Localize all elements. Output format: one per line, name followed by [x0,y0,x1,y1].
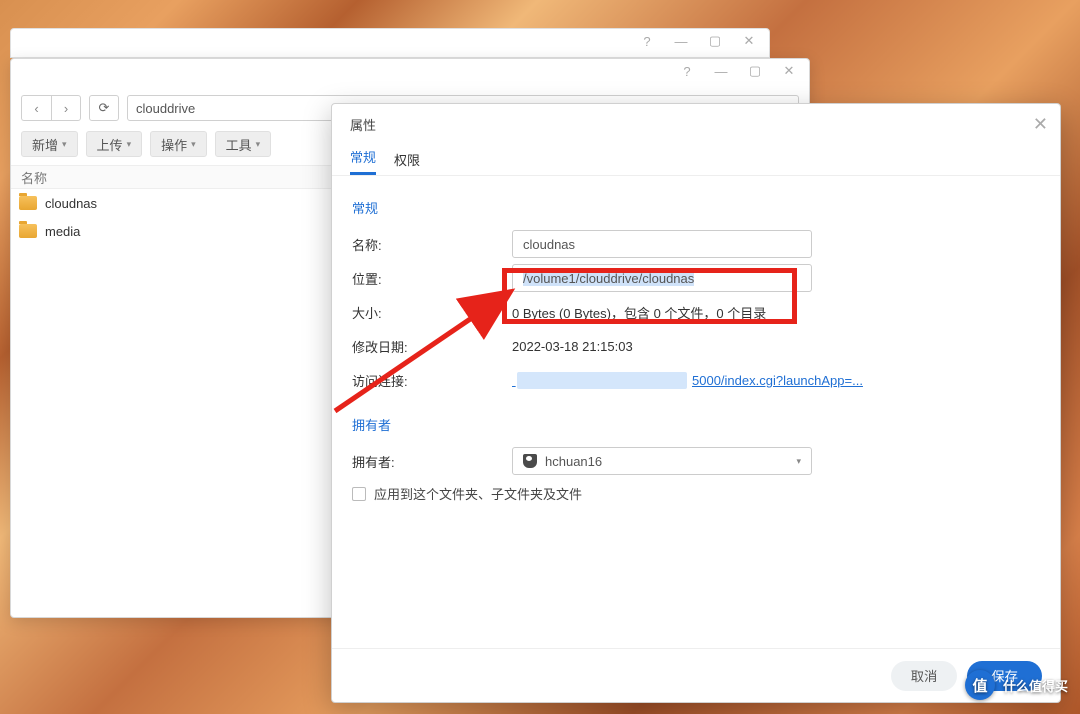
label-owner: 拥有者: [352,452,512,471]
help-icon[interactable]: ? [635,34,659,49]
dialog-tabs: 常规 权限 [332,144,1060,176]
label-name: 名称: [352,235,512,254]
tools-button[interactable]: 工具▾ [215,131,272,157]
label-mtime: 修改日期: [352,337,512,356]
user-icon [523,454,537,468]
label-size: 大小: [352,303,512,322]
label-location: 位置: [352,269,512,288]
apply-recursive-row[interactable]: 应用到这个文件夹、子文件夹及文件 [352,484,1040,503]
back-button[interactable]: ‹ [21,95,51,121]
close-icon[interactable]: ✕ [1033,114,1048,135]
forward-button[interactable]: › [51,95,81,121]
chevron-down-icon: ▾ [796,456,801,467]
dialog-body: 常规 名称: cloudnas 位置: /volume1/clouddrive/… [332,176,1060,648]
name-input[interactable]: cloudnas [512,230,812,258]
folder-icon [19,224,37,238]
section-owner: 拥有者 [352,415,1040,434]
label-link: 访问连接: [352,371,512,390]
tab-permissions[interactable]: 权限 [394,144,420,175]
action-button[interactable]: 操作▾ [150,131,207,157]
window-titlebar: ? — ▢ ✕ [11,59,809,89]
list-item-label: media [45,224,80,239]
apply-recursive-label: 应用到这个文件夹、子文件夹及文件 [374,484,582,503]
cancel-button[interactable]: 取消 [891,661,958,691]
checkbox-icon[interactable] [352,487,366,501]
folder-icon [19,196,37,210]
dialog-title: 属性 ✕ [332,104,1060,144]
value-size: 0 Bytes (0 Bytes)，包含 0 个文件，0 个目录 [512,303,1040,322]
background-window: ? — ▢ ✕ [10,28,770,58]
dialog-footer: 取消 保存 [332,648,1060,702]
path-text: clouddrive [136,101,195,116]
watermark: 值 什么值得买 [965,670,1068,700]
watermark-icon: 值 [965,670,995,700]
section-general: 常规 [352,198,1040,217]
properties-dialog: 属性 ✕ 常规 权限 常规 名称: cloudnas 位置: /volume1/… [331,103,1061,703]
owner-select[interactable]: hchuan16 ▾ [512,447,812,475]
maximize-icon[interactable]: ▢ [743,63,767,79]
new-button[interactable]: 新增▾ [21,131,78,157]
location-input[interactable]: /volume1/clouddrive/cloudnas [512,264,812,292]
list-item-label: cloudnas [45,196,97,211]
maximize-icon[interactable]: ▢ [703,33,727,49]
close-icon[interactable]: ✕ [737,33,761,49]
minimize-icon[interactable]: — [709,64,733,79]
close-icon[interactable]: ✕ [777,63,801,79]
tab-general[interactable]: 常规 [350,144,376,175]
watermark-text: 什么值得买 [1003,676,1068,695]
refresh-button[interactable]: ⟳ [89,95,119,121]
minimize-icon[interactable]: — [669,34,693,49]
upload-button[interactable]: 上传▾ [86,131,143,157]
value-link[interactable]: 5000/index.cgi?launchApp=... [512,373,1040,388]
value-mtime: 2022-03-18 21:15:03 [512,339,1040,354]
help-icon[interactable]: ? [675,64,699,79]
